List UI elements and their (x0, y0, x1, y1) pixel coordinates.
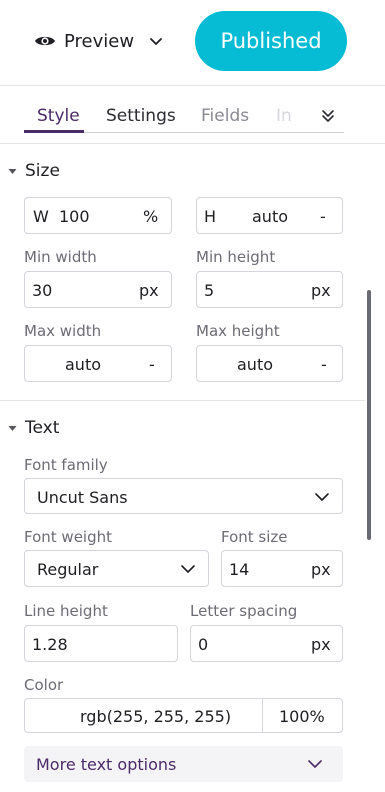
eye-icon (35, 36, 55, 46)
publish-button[interactable]: Published (195, 11, 347, 71)
top-bar: Preview Published (0, 0, 385, 86)
size-section-title: Size (25, 161, 60, 181)
width-prefix: W (33, 207, 49, 226)
max-width-label: Max width (24, 322, 102, 340)
panel-tabs: Style Settings Fields In (0, 86, 385, 144)
height-prefix: H (204, 207, 217, 226)
min-width-unit[interactable]: px (139, 281, 159, 300)
max-width-unit[interactable]: - (149, 355, 155, 374)
chevron-down-icon (181, 565, 195, 573)
text-section-header[interactable]: Text (8, 418, 59, 438)
caret-down-icon (8, 168, 17, 174)
chevron-down-icon (308, 760, 322, 768)
scrollbar-thumb[interactable] (367, 290, 371, 540)
more-text-options-button[interactable]: More text options (24, 746, 343, 782)
max-height-value: auto (237, 355, 274, 374)
more-text-options-label: More text options (36, 755, 177, 774)
font-size-input[interactable]: 14 px (221, 550, 343, 587)
color-input[interactable]: rgb(255, 255, 255) 100% (24, 698, 343, 733)
preview-label: Preview (64, 30, 135, 52)
max-height-label: Max height (196, 322, 280, 340)
line-height-input[interactable]: 1.28 (24, 625, 178, 662)
max-height-unit[interactable]: - (321, 355, 327, 374)
active-tab-indicator (24, 130, 84, 133)
min-height-label: Min height (196, 248, 276, 266)
preview-dropdown[interactable]: Preview (34, 27, 164, 55)
tab-fields[interactable]: Fields (201, 106, 249, 126)
letter-spacing-value: 0 (198, 635, 209, 654)
min-height-unit[interactable]: px (311, 281, 331, 300)
min-width-input[interactable]: 30 px (24, 271, 172, 308)
letter-spacing-label: Letter spacing (190, 602, 298, 620)
text-section-title: Text (25, 418, 60, 438)
chevron-down-icon (315, 493, 329, 501)
letter-spacing-unit[interactable]: px (311, 635, 331, 654)
font-weight-select[interactable]: Regular (24, 550, 209, 587)
double-chevron-down-icon[interactable] (318, 106, 338, 126)
min-height-input[interactable]: 5 px (196, 271, 343, 308)
tab-interactions[interactable]: In (276, 106, 292, 126)
size-section-header[interactable]: Size (8, 161, 60, 181)
min-width-label: Min width (24, 248, 97, 266)
font-size-unit[interactable]: px (311, 560, 331, 579)
width-unit[interactable]: % (143, 207, 158, 226)
font-family-label: Font family (24, 456, 108, 474)
color-opacity[interactable]: 100% (279, 707, 325, 726)
height-input[interactable]: H auto - (196, 197, 343, 234)
font-family-value: Uncut Sans (37, 488, 128, 507)
section-divider (0, 400, 365, 401)
height-unit[interactable]: - (320, 207, 326, 226)
color-value[interactable]: rgb(255, 255, 255) (80, 707, 231, 726)
height-value: auto (252, 207, 289, 226)
width-input[interactable]: W 100 % (24, 197, 172, 234)
max-width-input[interactable]: auto - (24, 345, 172, 382)
tabs-bottom-border (0, 143, 385, 144)
width-value: 100 (59, 207, 90, 226)
line-height-label: Line height (24, 602, 108, 620)
min-width-value: 30 (32, 281, 53, 300)
letter-spacing-input[interactable]: 0 px (190, 625, 343, 662)
font-weight-label: Font weight (24, 528, 113, 546)
line-height-value: 1.28 (32, 635, 68, 654)
font-family-select[interactable]: Uncut Sans (24, 478, 343, 514)
chevron-down-icon (150, 38, 162, 45)
font-size-value: 14 (229, 560, 250, 579)
min-height-value: 5 (204, 281, 215, 300)
color-label: Color (24, 676, 64, 694)
caret-down-icon (8, 425, 17, 431)
max-width-value: auto (65, 355, 102, 374)
color-field-separator (262, 699, 263, 732)
tab-style[interactable]: Style (37, 106, 80, 126)
tab-settings[interactable]: Settings (106, 106, 176, 126)
font-weight-value: Regular (37, 560, 99, 579)
font-size-label: Font size (221, 528, 288, 546)
max-height-input[interactable]: auto - (196, 345, 343, 382)
